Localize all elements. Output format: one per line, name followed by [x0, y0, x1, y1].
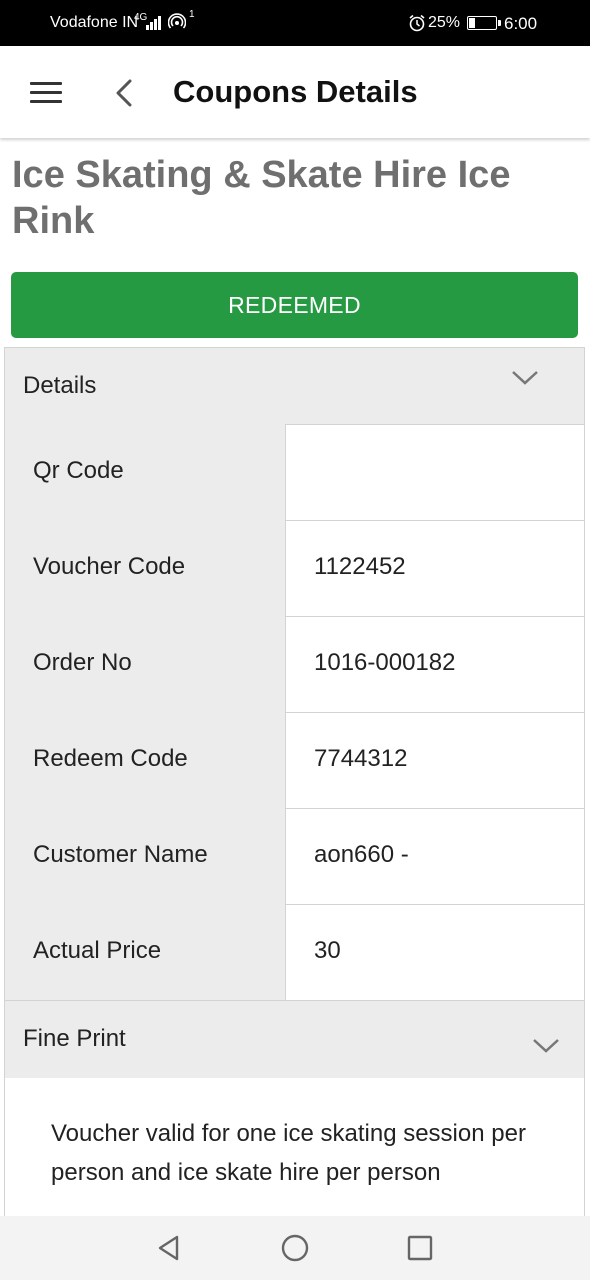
row-label-customer-name: Customer Name [33, 841, 208, 868]
row-value-customer-name: aon660 - [314, 841, 409, 868]
home-circle-icon[interactable] [280, 1233, 310, 1263]
hotspot-count: 1 [189, 9, 195, 20]
page-header-title: Coupons Details [173, 74, 418, 109]
fine-print-text: Voucher valid for one ice skating sessio… [51, 1120, 526, 1186]
chevron-down-icon [533, 1039, 559, 1053]
fine-print-panel-label: Fine Print [23, 1025, 126, 1052]
recents-square-icon[interactable] [406, 1234, 434, 1262]
app-bar: Coupons Details [0, 46, 590, 138]
chevron-down-icon [512, 371, 538, 385]
hotspot-icon [168, 13, 186, 29]
battery-percentage: 25% [428, 14, 461, 31]
coupon-title: Ice Skating & Skate Hire Ice Rink [12, 154, 511, 242]
chevron-left-icon[interactable] [110, 76, 140, 110]
system-nav-bar [0, 1216, 590, 1280]
details-panel-label: Details [23, 372, 97, 399]
battery-icon [467, 16, 501, 30]
row-label-redeem-code: Redeem Code [33, 745, 188, 772]
alarm-clock-icon [409, 14, 425, 32]
details-panel-header[interactable]: Details [4, 347, 585, 425]
row-label-qr-code: Qr Code [33, 457, 124, 484]
table-row: Redeem Code 7744312 [4, 712, 585, 809]
table-row: Qr Code [4, 424, 585, 521]
fine-print-body: Voucher valid for one ice skating sessio… [4, 1078, 585, 1216]
fine-print-panel-header[interactable]: Fine Print [4, 1001, 585, 1079]
redeemed-status-button[interactable]: REDEEMED [11, 272, 578, 338]
signal-icon [146, 14, 164, 30]
row-value-order-no: 1016-000182 [314, 649, 456, 676]
back-triangle-icon[interactable] [155, 1234, 183, 1262]
carrier-name: Vodafone IN [50, 14, 139, 31]
row-value-actual-price: 30 [314, 937, 341, 964]
table-row: Customer Name aon660 - [4, 808, 585, 905]
row-value-redeem-code: 7744312 [314, 745, 408, 772]
table-row: Voucher Code 1122452 [4, 520, 585, 617]
table-row: Order No 1016-000182 [4, 616, 585, 713]
row-value-voucher-code: 1122452 [314, 553, 406, 580]
row-label-voucher-code: Voucher Code [33, 553, 186, 580]
row-label-order-no: Order No [33, 649, 132, 676]
row-label-actual-price: Actual Price [33, 937, 162, 964]
status-bar: Vodafone IN 4G 1 25% 6:00 [0, 0, 590, 46]
table-row: Actual Price 30 [4, 904, 585, 1001]
clock: 6:00 [504, 14, 538, 33]
hamburger-menu-icon[interactable] [30, 82, 62, 104]
